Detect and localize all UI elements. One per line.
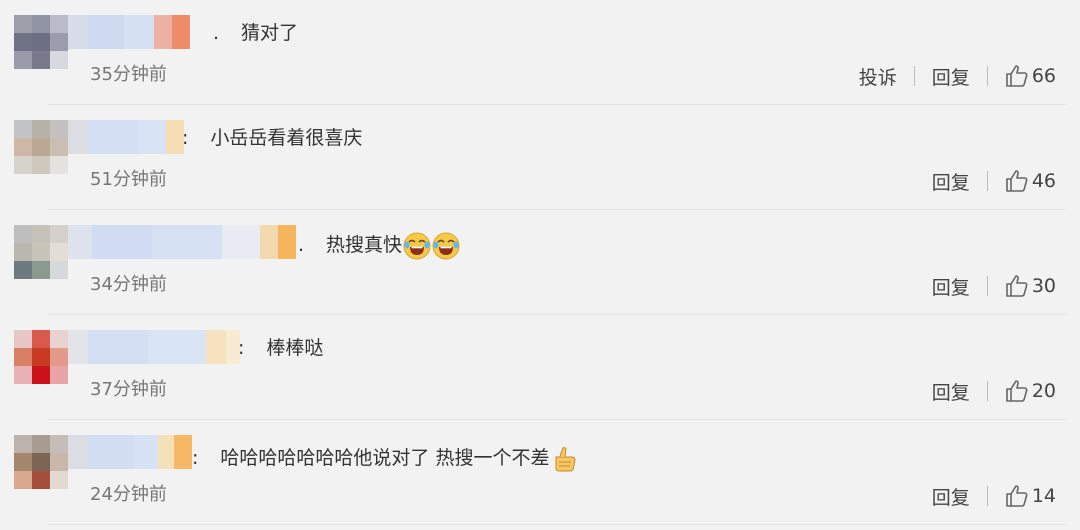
comment-text: . 猜对了: [213, 22, 299, 44]
like-count: 30: [1031, 275, 1056, 297]
thumbs-up-icon: [1006, 380, 1028, 402]
comment-text: : 哈哈哈哈哈哈哈他说对了 热搜一个不差: [192, 444, 578, 473]
comment-actions: 回复 20: [932, 377, 1056, 405]
thumbs-up-icon: [1006, 65, 1028, 87]
username-blurred[interactable]: [68, 120, 184, 154]
like-button[interactable]: 14: [1005, 484, 1056, 508]
comment-actions: 回复 30: [932, 272, 1056, 300]
like-button[interactable]: 46: [1005, 169, 1056, 193]
reply-button[interactable]: 回复: [932, 483, 970, 510]
avatar[interactable]: [14, 120, 68, 174]
like-button[interactable]: 66: [1005, 64, 1056, 88]
comment-actions: 回复 14: [932, 482, 1056, 510]
comment-item: : 棒棒哒 37分钟前 回复 20: [0, 315, 1080, 420]
comment-item: : 哈哈哈哈哈哈哈他说对了 热搜一个不差 24分钟前 回复 14: [0, 420, 1080, 525]
like-count: 46: [1031, 170, 1056, 192]
comment-time: 51分钟前: [90, 169, 167, 190]
action-divider: [913, 66, 915, 86]
username-blurred[interactable]: [68, 225, 296, 259]
avatar[interactable]: [14, 435, 68, 489]
avatar[interactable]: [14, 15, 68, 69]
action-divider: [986, 486, 988, 506]
like-button[interactable]: 20: [1005, 379, 1056, 403]
like-count: 14: [1031, 485, 1056, 507]
thumbs-up-icon: [1006, 170, 1028, 192]
action-divider: [986, 66, 988, 86]
comment-text: : 小岳岳看着很喜庆: [182, 127, 363, 149]
comment-item: : 小岳岳看着很喜庆 51分钟前 回复 46: [0, 105, 1080, 210]
username-blurred[interactable]: [68, 435, 192, 469]
comment-time: 24分钟前: [90, 484, 167, 505]
like-count: 66: [1031, 65, 1056, 87]
avatar[interactable]: [14, 225, 68, 279]
thumbs-up-icon: [1006, 275, 1028, 297]
laughing-crying-emoji: [432, 232, 460, 259]
username-blurred[interactable]: [68, 330, 240, 364]
comment-text: : 棒棒哒: [238, 337, 324, 359]
thumbs-up-icon: [1006, 485, 1028, 507]
reply-button[interactable]: 回复: [932, 378, 970, 405]
comment-actions: 回复 46: [932, 167, 1056, 195]
like-count: 20: [1031, 380, 1056, 402]
reply-button[interactable]: 回复: [932, 273, 970, 300]
comment-time: 35分钟前: [90, 64, 167, 85]
action-divider: [986, 381, 988, 401]
username-blurred[interactable]: [68, 15, 190, 49]
comment-time: 34分钟前: [90, 274, 167, 295]
comment-time: 37分钟前: [90, 379, 167, 400]
comment-item: . 热搜真快 34分钟前 回复 30: [0, 210, 1080, 315]
comment-list: . 猜对了 35分钟前 投诉 回复 66 : 小岳岳看着很喜庆 51分钟前 回复…: [0, 0, 1080, 530]
like-button[interactable]: 30: [1005, 274, 1056, 298]
reply-button[interactable]: 回复: [932, 168, 970, 195]
comment-item: . 猜对了 35分钟前 投诉 回复 66: [0, 0, 1080, 105]
action-divider: [986, 276, 988, 296]
thumbs-up-emoji: [555, 446, 576, 471]
laughing-crying-emoji: [403, 232, 431, 259]
comment-text: . 热搜真快: [298, 231, 460, 260]
action-divider: [986, 171, 988, 191]
reply-button[interactable]: 回复: [932, 63, 970, 90]
comment-actions: 投诉 回复 66: [859, 62, 1056, 90]
avatar[interactable]: [14, 330, 68, 384]
report-button[interactable]: 投诉: [859, 63, 897, 90]
